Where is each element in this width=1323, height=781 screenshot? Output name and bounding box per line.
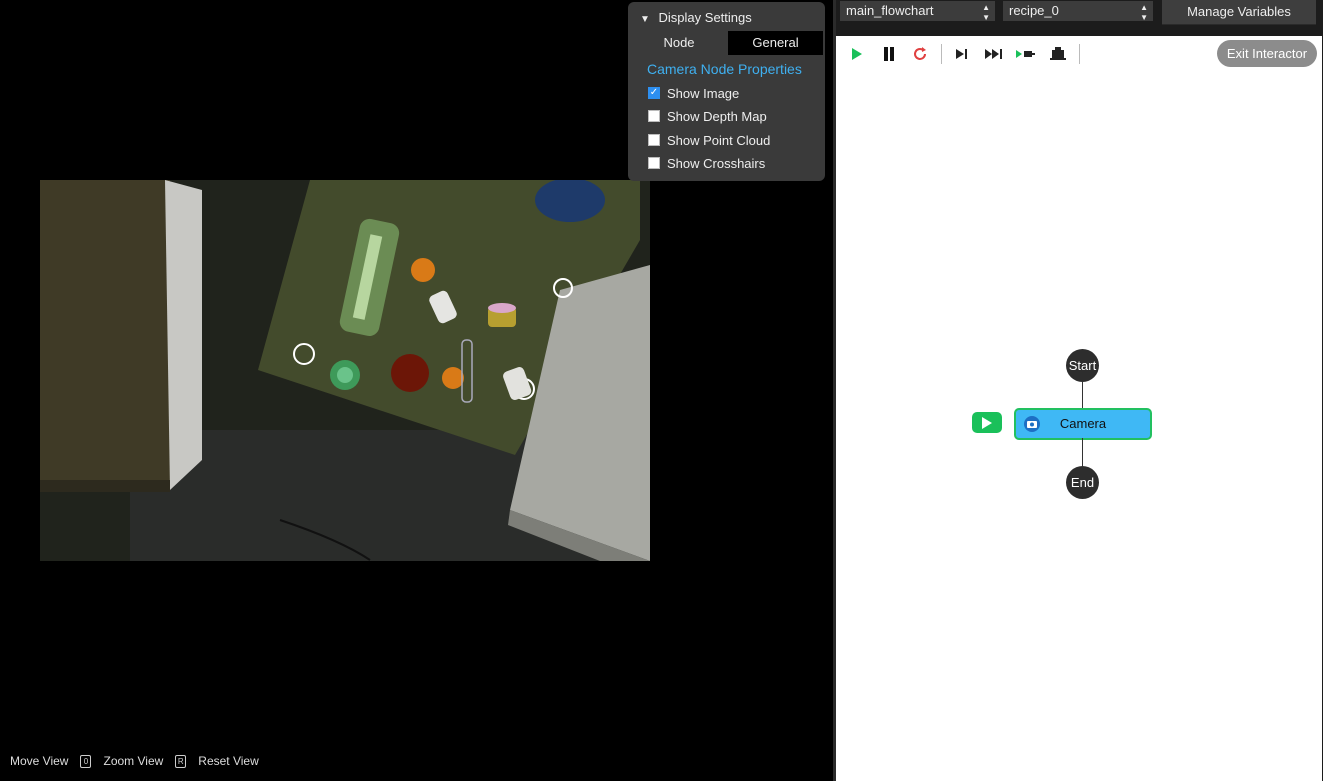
display-settings-header[interactable]: ▼ Display Settings (640, 10, 752, 25)
connector-camera-end (1082, 438, 1083, 466)
step-over-button[interactable] (984, 44, 1004, 64)
connector-start-camera (1082, 382, 1083, 408)
recipe-select[interactable]: recipe_0 ▲ ▼ (1003, 1, 1153, 22)
move-view-label: Move View (10, 754, 69, 768)
run-to-node-button[interactable] (1016, 44, 1036, 64)
step-over-icon (985, 49, 1002, 59)
mouse-key-icon: 0 (80, 754, 92, 768)
reset-key-icon: R (175, 754, 187, 768)
show-crosshairs-label: Show Crosshairs (667, 155, 766, 171)
flowchart-select[interactable]: main_flowchart ▲ ▼ (840, 1, 995, 22)
flowchart-canvas[interactable]: Exit Interactor Start Camera End (836, 36, 1322, 781)
show-point-cloud-checkbox[interactable] (648, 134, 660, 146)
tab-node[interactable]: Node (630, 31, 728, 55)
tab-general[interactable]: General (728, 31, 823, 55)
start-node[interactable]: Start (1066, 349, 1099, 382)
option-show-image[interactable]: ✓ Show Image (648, 84, 739, 102)
display-settings-title: Display Settings (658, 10, 752, 25)
show-point-cloud-label: Show Point Cloud (667, 132, 771, 148)
manage-variables-button[interactable]: Manage Variables (1162, 0, 1316, 25)
show-depth-map-label: Show Depth Map (667, 108, 767, 124)
exit-interactor-button[interactable]: Exit Interactor (1217, 40, 1317, 67)
select-arrows-icon: ▲ ▼ (982, 3, 990, 22)
camera-capture-icon (1050, 47, 1066, 60)
play-button[interactable] (847, 44, 867, 64)
option-show-depth-map[interactable]: Show Depth Map (648, 107, 767, 125)
camera-node-properties-title: Camera Node Properties (647, 61, 802, 77)
pause-button[interactable] (879, 44, 899, 64)
recipe-select-value: recipe_0 (1009, 3, 1059, 18)
restart-icon (914, 47, 926, 60)
step-button[interactable] (952, 44, 972, 64)
camera-image (40, 180, 650, 561)
pause-icon (884, 47, 894, 61)
collapse-triangle-icon[interactable]: ▼ (640, 14, 650, 25)
flowchart-pane: main_flowchart ▲ ▼ recipe_0 ▲ ▼ Manage Var… (836, 0, 1323, 781)
run-node-button[interactable] (972, 412, 1002, 433)
camera-icon (1024, 416, 1040, 432)
run-to-node-icon (1016, 50, 1035, 58)
step-icon (956, 49, 967, 59)
show-image-label: Show Image (667, 85, 740, 101)
flowchart-topbar: main_flowchart ▲ ▼ recipe_0 ▲ ▼ Manage Var… (836, 0, 1323, 36)
select-arrows-icon: ▲ ▼ (1140, 3, 1148, 22)
option-show-crosshairs[interactable]: Show Crosshairs (648, 154, 765, 172)
play-icon (852, 48, 862, 60)
zoom-view-label: Zoom View (103, 754, 164, 768)
camera-node[interactable]: Camera (1014, 408, 1152, 440)
camera-node-label: Camera (1059, 416, 1107, 431)
display-settings-panel: ▼ Display Settings Node General Camera N… (628, 2, 825, 181)
restart-button[interactable] (910, 44, 930, 64)
option-show-point-cloud[interactable]: Show Point Cloud (648, 131, 770, 149)
capture-button[interactable] (1048, 44, 1068, 64)
end-node[interactable]: End (1066, 466, 1099, 499)
play-icon (982, 416, 992, 429)
view-controls-hint: Move View 0 Zoom View R Reset View (10, 754, 259, 768)
flowchart-select-value: main_flowchart (846, 3, 934, 18)
show-crosshairs-checkbox[interactable] (648, 157, 660, 169)
reset-view-label: Reset View (198, 754, 259, 768)
show-depth-map-checkbox[interactable] (648, 110, 660, 122)
show-image-checkbox[interactable]: ✓ (648, 87, 660, 99)
